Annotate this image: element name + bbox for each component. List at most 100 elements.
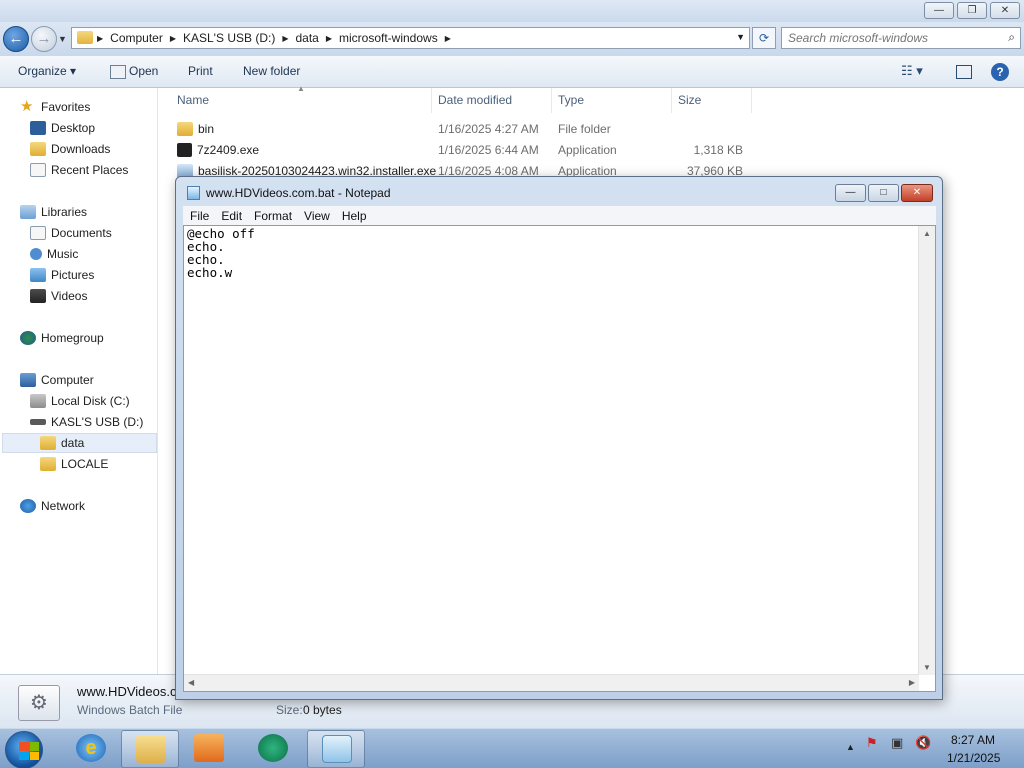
file-date: 1/16/2025 6:44 AM	[438, 143, 539, 157]
table-row[interactable]: bin 1/16/2025 4:27 AM File folder	[159, 119, 759, 140]
open-icon	[110, 65, 126, 79]
search-box[interactable]: ⌕	[781, 27, 1021, 49]
breadcrumb-microsoft-windows[interactable]: microsoft-windows	[339, 31, 438, 45]
forward-button[interactable]: →	[31, 26, 57, 52]
new-folder-button[interactable]: New folder	[243, 64, 300, 78]
chevron-right-icon[interactable]: ▶	[282, 34, 288, 43]
taskbar: e ▲ ⚑ ▣ 🔇	[0, 728, 1024, 768]
nav-favorites[interactable]: ★ Favorites	[20, 97, 90, 117]
nav-label: Recent Places	[51, 163, 129, 177]
menu-file[interactable]: File	[190, 209, 209, 223]
minimize-button[interactable]: —	[924, 2, 954, 19]
explorer-titlebar: — ❐ ✕	[0, 0, 1024, 22]
nav-locale[interactable]: LOCALE	[40, 454, 108, 474]
chevron-right-icon[interactable]: ▶	[445, 34, 451, 43]
breadcrumb-data[interactable]: data	[295, 31, 318, 45]
menu-view[interactable]: View	[304, 209, 330, 223]
search-input[interactable]	[788, 31, 988, 45]
nav-label: Homegroup	[41, 331, 104, 345]
nav-homegroup[interactable]: Homegroup	[20, 328, 104, 348]
navigation-pane: ★ Favorites Desktop Downloads Recent Plac…	[0, 88, 158, 674]
nav-desktop[interactable]: Desktop	[30, 118, 95, 138]
nav-label: Network	[41, 499, 86, 513]
close-button[interactable]: ✕	[990, 2, 1020, 19]
view-options-icon[interactable]: ☷ ▾	[901, 63, 923, 79]
file-name-cell: 7z2409.exe	[177, 143, 259, 157]
notepad-menubar: File Edit Format View Help	[183, 206, 936, 225]
taskbar-notepad[interactable]	[307, 730, 365, 768]
organize-button[interactable]: Organize ▾	[18, 64, 76, 78]
scroll-left-icon[interactable]: ◀	[188, 678, 194, 687]
nav-documents[interactable]: Documents	[30, 223, 112, 243]
chevron-right-icon[interactable]: ▶	[97, 34, 103, 43]
restore-button[interactable]: ❐	[957, 2, 987, 19]
print-button[interactable]: Print	[188, 64, 213, 78]
notepad-minimize-button[interactable]: —	[835, 184, 866, 202]
refresh-icon: ⟳	[758, 31, 770, 45]
notepad-text[interactable]: @echo off echo. echo. echo.w	[187, 227, 917, 667]
selected-file-type: Windows Batch File	[77, 703, 183, 717]
horizontal-scrollbar[interactable]: ◀ ▶	[184, 674, 919, 691]
open-button[interactable]: Open	[129, 64, 158, 78]
notepad-maximize-button[interactable]: □	[868, 184, 899, 202]
address-bar[interactable]: ▶ Computer ▶ KASL'S USB (D:) ▶ data ▶ mi…	[71, 27, 750, 49]
chevron-right-icon[interactable]: ▶	[170, 34, 176, 43]
clock-date[interactable]: 1/21/2025	[947, 751, 1000, 765]
chevron-right-icon[interactable]: ▶	[326, 34, 332, 43]
windows-logo-icon	[19, 742, 39, 760]
scroll-right-icon[interactable]: ▶	[909, 678, 915, 687]
folder-icon	[77, 31, 93, 44]
batch-file-gear-icon: ⚙	[18, 685, 60, 721]
taskbar-app-green[interactable]	[244, 730, 302, 768]
volume-muted-icon[interactable]: 🔇	[915, 735, 931, 751]
nav-downloads[interactable]: Downloads	[30, 139, 110, 159]
nav-computer[interactable]: Computer	[20, 370, 94, 390]
notepad-close-button[interactable]: ✕	[901, 184, 933, 202]
action-center-flag-icon[interactable]: ⚑	[866, 735, 878, 751]
nav-data[interactable]: data	[2, 433, 157, 453]
table-row[interactable]: 7z2409.exe 1/16/2025 6:44 AM Application…	[159, 140, 759, 161]
notepad-title: www.HDVideos.com.bat - Notepad	[206, 186, 391, 200]
breadcrumb-usb[interactable]: KASL'S USB (D:)	[183, 31, 275, 45]
column-header-name[interactable]: Name	[159, 88, 432, 113]
nav-label: Music	[47, 247, 79, 261]
address-dropdown-icon[interactable]: ▼	[736, 32, 745, 42]
scroll-up-icon[interactable]: ▲	[923, 229, 931, 238]
nav-network[interactable]: Network	[20, 496, 85, 516]
column-header-size[interactable]: Size	[672, 88, 752, 113]
nav-pictures[interactable]: Pictures	[30, 265, 94, 285]
nav-videos[interactable]: Videos	[30, 286, 87, 306]
column-header-date[interactable]: Date modified	[432, 88, 552, 113]
notepad-icon	[187, 186, 200, 200]
clock-time[interactable]: 8:27 AM	[951, 733, 995, 747]
notepad-edit-area[interactable]: @echo off echo. echo. echo.w ▲ ▼ ◀ ▶	[183, 225, 936, 692]
help-icon[interactable]: ?	[991, 63, 1009, 81]
search-icon[interactable]: ⌕	[1008, 30, 1015, 45]
nav-local-disk[interactable]: Local Disk (C:)	[30, 391, 130, 411]
back-button[interactable]: ←	[3, 26, 29, 52]
preview-pane-icon[interactable]	[956, 65, 972, 79]
show-hidden-icons-icon[interactable]: ▲	[846, 742, 855, 752]
vertical-scrollbar[interactable]: ▲ ▼	[918, 226, 935, 675]
refresh-button[interactable]: ⟳	[752, 27, 776, 49]
scroll-down-icon[interactable]: ▼	[923, 663, 931, 672]
nav-label: Pictures	[51, 268, 95, 282]
nav-label: Downloads	[51, 142, 111, 156]
network-status-icon[interactable]: ▣	[891, 735, 903, 751]
nav-recent-places[interactable]: Recent Places	[30, 160, 128, 180]
recent-pages-dropdown[interactable]: ▼	[58, 34, 67, 44]
menu-edit[interactable]: Edit	[221, 209, 242, 223]
nav-usb[interactable]: KASL'S USB (D:)	[30, 412, 143, 432]
taskbar-media-player[interactable]	[180, 730, 238, 768]
start-button[interactable]	[5, 731, 43, 768]
taskbar-file-explorer[interactable]	[121, 730, 179, 768]
taskbar-internet-explorer[interactable]: e	[62, 730, 120, 768]
column-header-type[interactable]: Type	[552, 88, 672, 113]
nav-libraries[interactable]: Libraries	[20, 202, 87, 222]
menu-format[interactable]: Format	[254, 209, 292, 223]
nav-music[interactable]: Music	[30, 244, 78, 264]
internet-explorer-icon: e	[76, 734, 106, 762]
menu-help[interactable]: Help	[342, 209, 367, 223]
back-arrow-icon: ←	[8, 30, 24, 47]
breadcrumb-computer[interactable]: Computer	[110, 31, 163, 45]
